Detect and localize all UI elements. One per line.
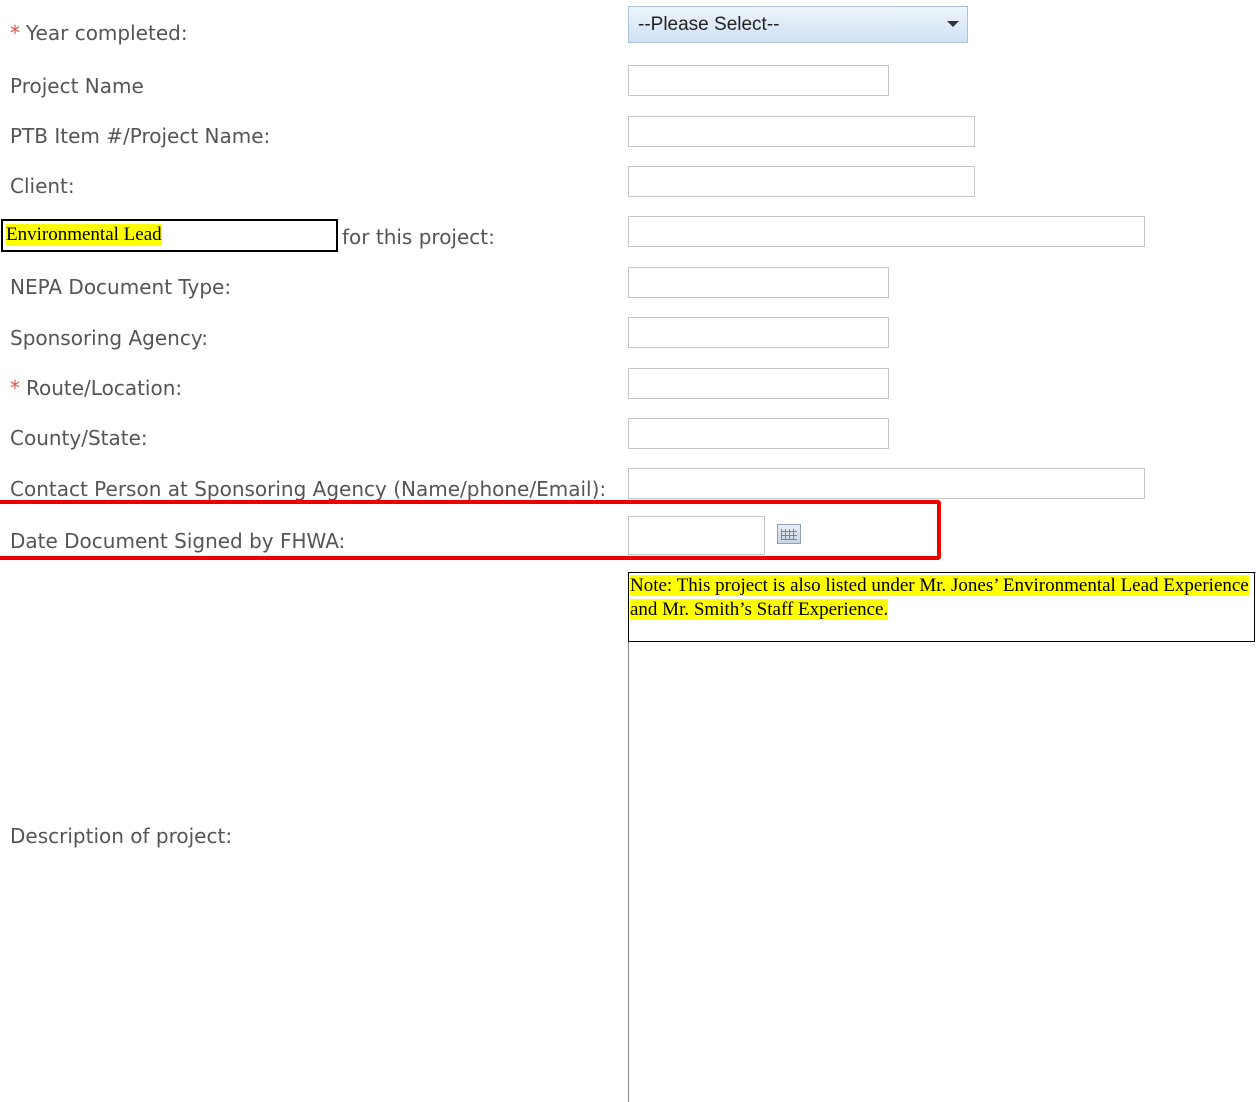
annotation-highlight-box: [0, 500, 941, 560]
route-location-label: * Route/Location:: [10, 376, 183, 400]
route-location-input[interactable]: [628, 368, 889, 399]
required-marker: *: [10, 21, 20, 45]
project-name-label: Project Name: [10, 74, 144, 98]
chevron-down-icon: [947, 21, 959, 27]
project-name-input[interactable]: [628, 65, 889, 96]
year-completed-select[interactable]: --Please Select--: [628, 6, 968, 43]
description-label: Description of project:: [10, 824, 233, 848]
sponsoring-agency-input[interactable]: [628, 317, 889, 348]
sponsoring-agency-label: Sponsoring Agency:: [10, 326, 208, 350]
role-input[interactable]: [628, 216, 1145, 247]
ptb-item-label: PTB Item #/Project Name:: [10, 124, 271, 148]
role-highlight-text: Environmental Lead: [6, 224, 162, 246]
description-note: Note: This project is also listed under …: [628, 572, 1255, 642]
description-note-text: Note: This project is also listed under …: [630, 575, 1249, 620]
county-state-input[interactable]: [628, 418, 889, 449]
ptb-item-input[interactable]: [628, 116, 975, 147]
nepa-document-type-label: NEPA Document Type:: [10, 275, 232, 299]
description-textarea[interactable]: [628, 572, 1256, 1102]
required-marker: *: [10, 376, 20, 400]
client-input[interactable]: [628, 166, 975, 197]
client-label: Client:: [10, 174, 75, 198]
role-label: for this project:: [342, 225, 495, 249]
contact-person-label: Contact Person at Sponsoring Agency (Nam…: [10, 477, 607, 501]
year-completed-value: --Please Select--: [638, 14, 780, 35]
nepa-document-type-input[interactable]: [628, 267, 889, 298]
county-state-label: County/State:: [10, 426, 148, 450]
contact-person-input[interactable]: [628, 468, 1145, 499]
role-highlight-box: Environmental Lead: [1, 219, 338, 252]
year-completed-label: * Year completed:: [10, 21, 188, 45]
